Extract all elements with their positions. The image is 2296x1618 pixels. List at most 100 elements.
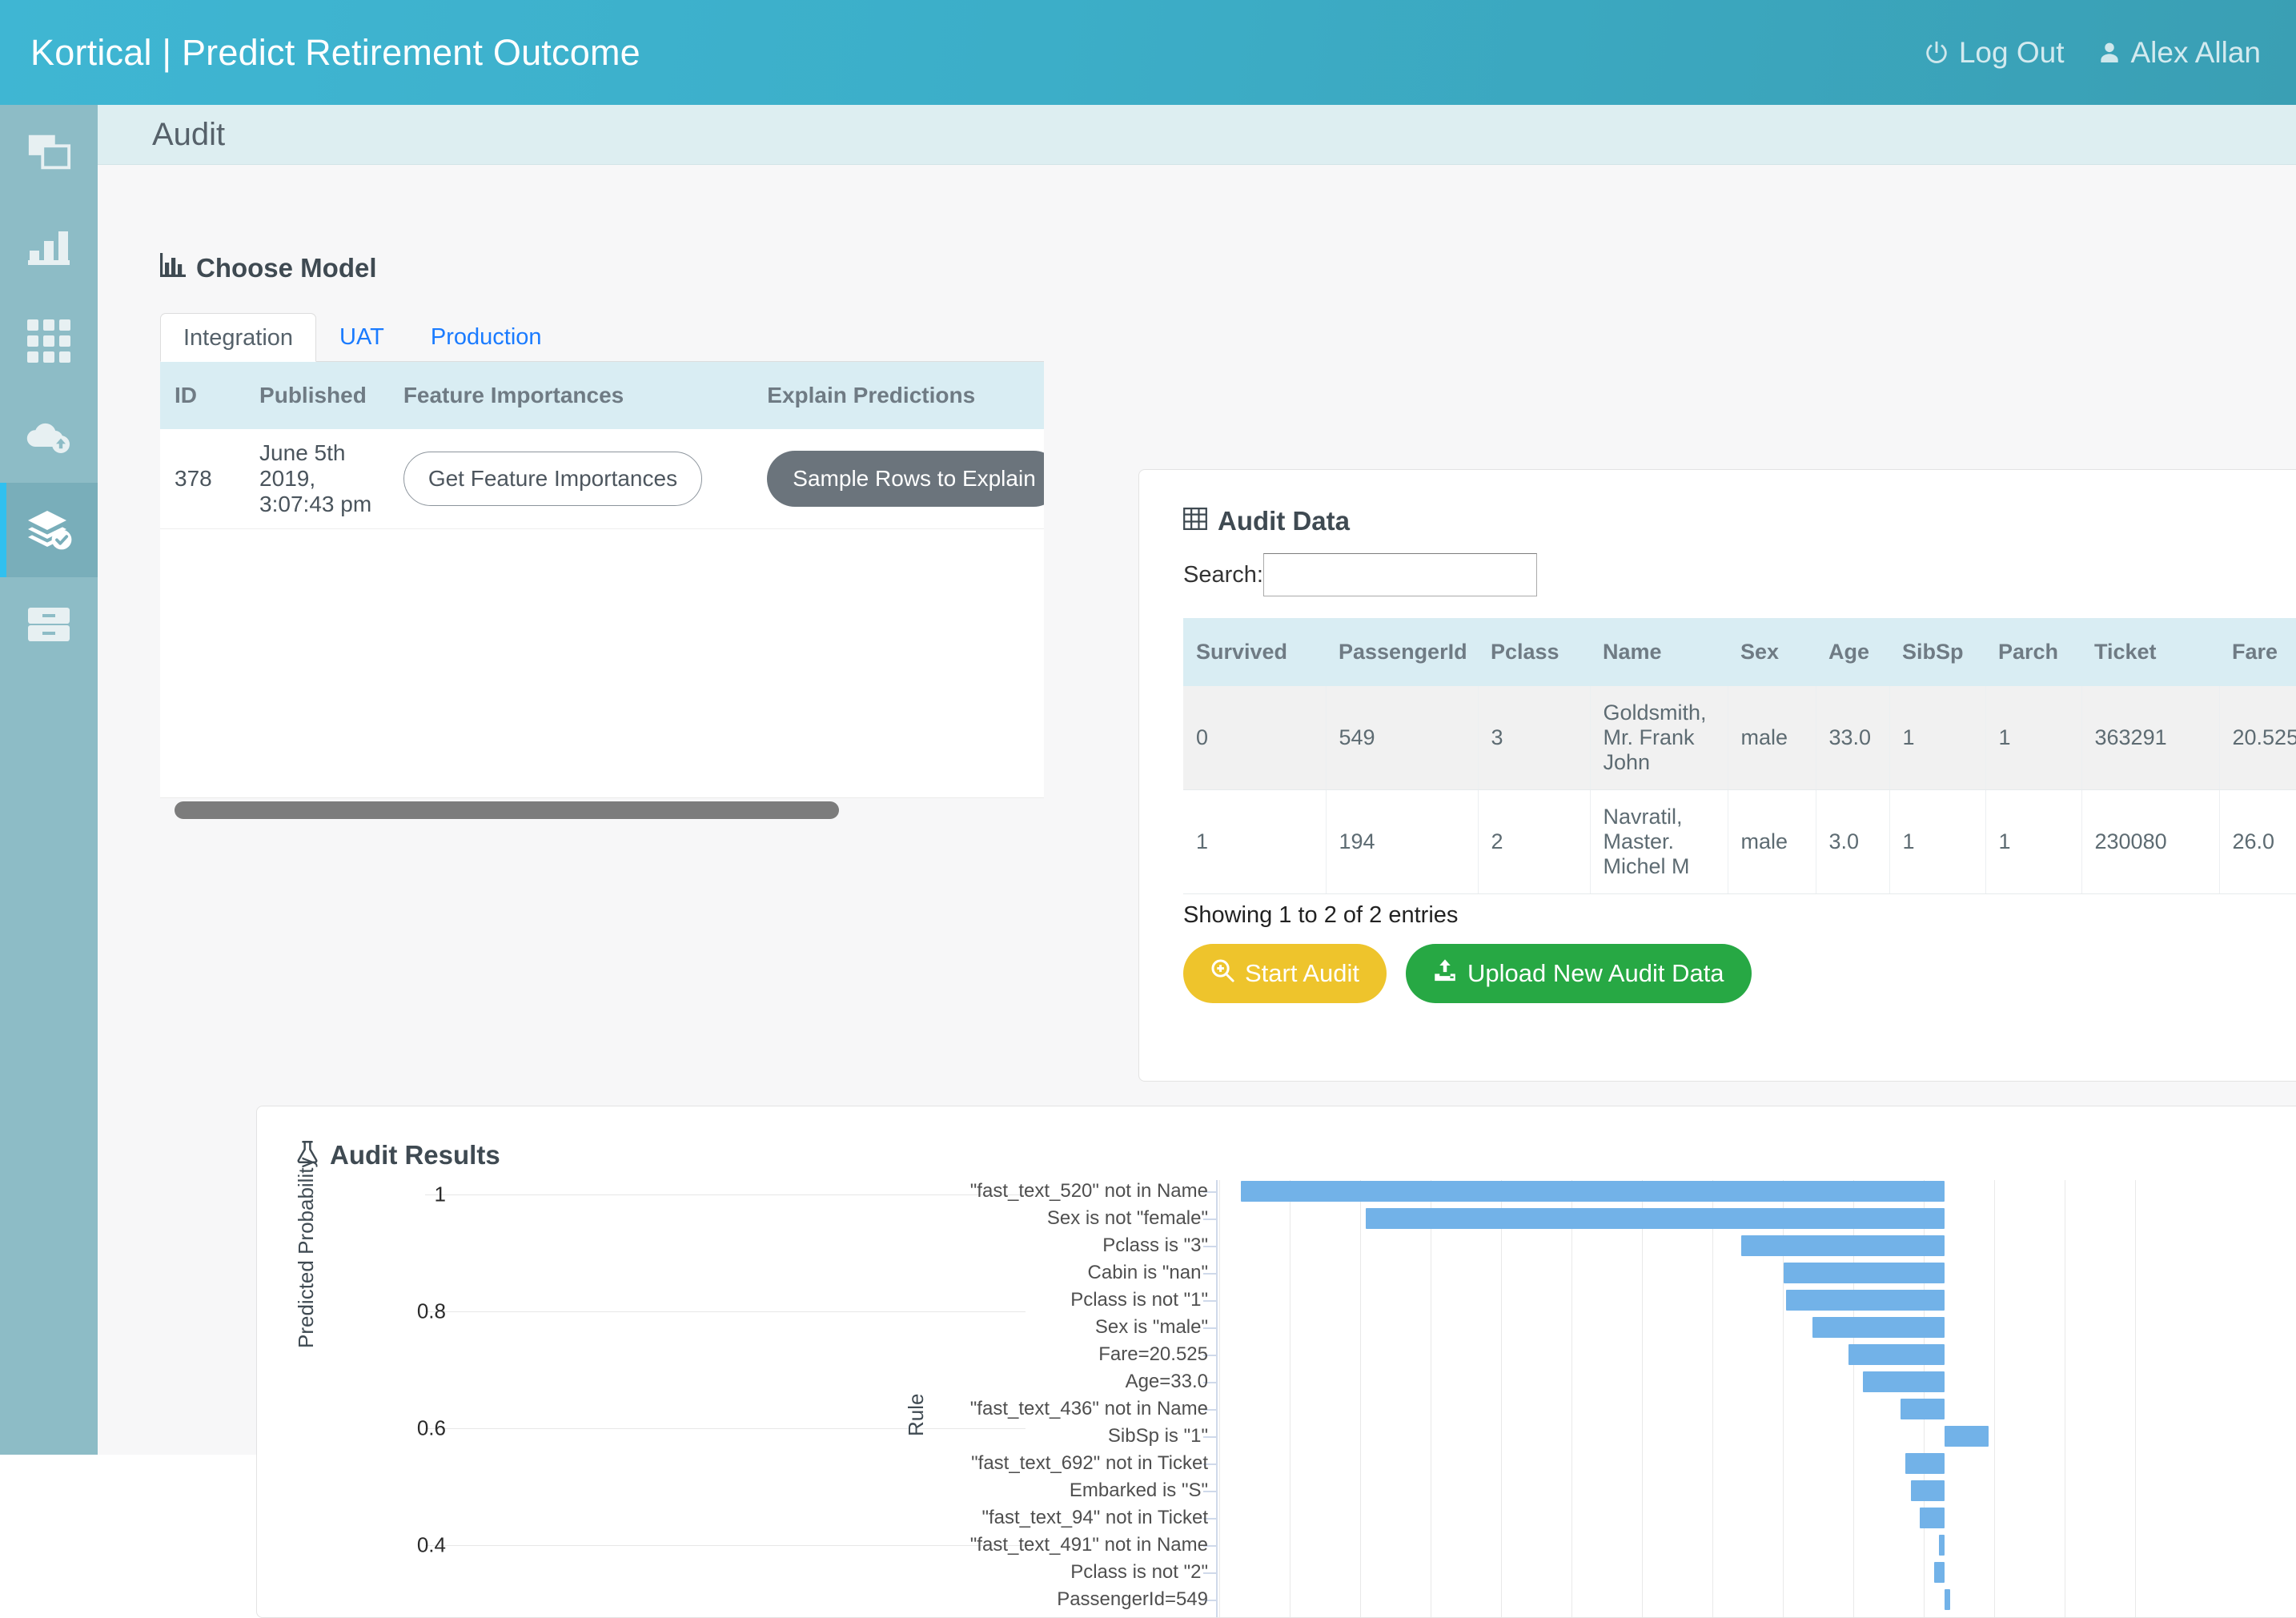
bar	[1366, 1208, 1945, 1229]
cell-name: Navratil, Master. Michel M	[1590, 790, 1728, 894]
tab-production[interactable]: Production	[407, 312, 565, 361]
rule-label: Age=33.0	[872, 1371, 1208, 1393]
sidebar-item-apps[interactable]	[0, 294, 98, 388]
search-label: Search:	[1183, 562, 1263, 588]
rule-label: "fast_text_491" not in Name	[872, 1534, 1208, 1556]
rule-label: SibSp is "1"	[872, 1425, 1208, 1447]
gridline	[1219, 1180, 1220, 1618]
column-header-passengerid[interactable]: PassengerId	[1326, 618, 1478, 686]
start-audit-label: Start Audit	[1245, 959, 1359, 988]
rule-label: Pclass is "3"	[872, 1235, 1208, 1257]
logout-button[interactable]: Log Out	[1923, 36, 2065, 70]
column-header-explain-predictions[interactable]: Explain Predictions	[753, 362, 1044, 429]
sidebar-item-archive[interactable]	[0, 577, 98, 672]
upload-label: Upload New Audit Data	[1467, 959, 1724, 988]
scrollbar-thumb[interactable]	[175, 801, 839, 819]
chart-y-axis-title: Predicted Probability	[294, 1158, 319, 1348]
rule-label: "fast_text_692" not in Ticket	[872, 1452, 1208, 1475]
gridline	[1360, 1180, 1361, 1618]
user-icon	[2097, 40, 2122, 66]
start-audit-button[interactable]: Start Audit	[1183, 944, 1387, 1003]
cell-published-date: June 5th 2019, 3:07:43 pm	[245, 429, 389, 529]
search-input[interactable]	[1263, 553, 1537, 596]
column-header-id[interactable]: ID	[160, 362, 245, 429]
page-header: Audit	[98, 105, 2296, 165]
search-row: Search:	[1183, 553, 1537, 596]
column-header-feature-importances[interactable]: Feature Importances	[389, 362, 753, 429]
column-header-age[interactable]: Age	[1816, 618, 1889, 686]
audit-card-actions: Start Audit Upload New Audit Data	[1183, 944, 1752, 1003]
bar	[1934, 1562, 1945, 1583]
cell-sex: male	[1728, 790, 1816, 894]
upload-new-audit-data-button[interactable]: Upload New Audit Data	[1406, 944, 1752, 1003]
sample-rows-to-explain-button[interactable]: Sample Rows to Explain	[767, 451, 1044, 507]
tab-uat[interactable]: UAT	[316, 312, 407, 361]
cloud-upload-icon	[25, 418, 73, 453]
cell-explain-predictions: Sample Rows to Explain	[753, 429, 1044, 529]
table-row: 1 194 2 Navratil, Master. Michel M male …	[1183, 790, 2296, 894]
rule-label: "fast_text_520" not in Name	[872, 1180, 1208, 1202]
grid-icon	[27, 319, 70, 363]
table-row: 378 June 5th 2019, 3:07:43 pm Get Featur…	[160, 429, 1044, 529]
cell-fare: 26.0	[2219, 790, 2296, 894]
table-row: 0 549 3 Goldsmith, Mr. Frank John male 3…	[1183, 686, 2296, 790]
y-axis-tick-label: 0.4	[350, 1533, 446, 1558]
cell-model-id: 378	[160, 429, 245, 529]
rule-label: Fare=20.525	[872, 1343, 1208, 1366]
cell-parch: 1	[1985, 686, 2081, 790]
gridline	[1501, 1180, 1502, 1618]
page-title: Audit	[152, 117, 225, 153]
table-entries-info: Showing 1 to 2 of 2 entries	[1183, 902, 1458, 929]
column-header-fare[interactable]: Fare	[2219, 618, 2296, 686]
bar	[1911, 1480, 1945, 1501]
sidebar-item-projects[interactable]	[0, 105, 98, 199]
cell-pclass: 2	[1478, 790, 1590, 894]
column-header-name[interactable]: Name	[1590, 618, 1728, 686]
user-menu[interactable]: Alex Allan	[2097, 36, 2262, 70]
cell-survived: 0	[1183, 686, 1326, 790]
table-header-row: Survived PassengerId Pclass Name Sex Age…	[1183, 618, 2296, 686]
cell-age: 33.0	[1816, 686, 1889, 790]
gridline	[425, 1311, 1026, 1312]
column-header-survived[interactable]: Survived	[1183, 618, 1326, 686]
gridline	[1571, 1180, 1572, 1618]
windows-icon	[26, 131, 72, 173]
rule-label: Cabin is "nan"	[872, 1262, 1208, 1284]
cell-sex: male	[1728, 686, 1816, 790]
column-header-ticket[interactable]: Ticket	[2081, 618, 2219, 686]
sidebar-item-deploy[interactable]	[0, 388, 98, 483]
column-header-parch[interactable]: Parch	[1985, 618, 2081, 686]
bar	[1812, 1317, 1945, 1338]
bar	[1784, 1263, 1945, 1283]
column-header-pclass[interactable]: Pclass	[1478, 618, 1590, 686]
sidebar	[0, 105, 98, 1455]
bar	[1939, 1535, 1945, 1556]
model-table: ID Published Feature Importances Explain…	[160, 362, 1044, 529]
table-icon	[1183, 506, 1207, 536]
bar	[1863, 1371, 1945, 1392]
audit-data-table: Survived PassengerId Pclass Name Sex Age…	[1183, 618, 2296, 894]
bar	[1848, 1344, 1945, 1365]
column-header-sibsp[interactable]: SibSp	[1889, 618, 1985, 686]
model-table-hscrollbar[interactable]	[160, 797, 1044, 821]
search-plus-icon	[1210, 958, 1234, 989]
gridline	[1642, 1180, 1643, 1618]
audit-data-label: Audit Data	[1218, 506, 1350, 536]
cell-passengerid: 549	[1326, 686, 1478, 790]
cell-parch: 1	[1985, 790, 2081, 894]
get-feature-importances-button[interactable]: Get Feature Importances	[403, 452, 702, 506]
sidebar-item-analytics[interactable]	[0, 199, 98, 294]
cell-survived: 1	[1183, 790, 1326, 894]
column-header-sex[interactable]: Sex	[1728, 618, 1816, 686]
column-header-published[interactable]: Published	[245, 362, 389, 429]
sidebar-item-audit[interactable]	[0, 483, 98, 577]
model-table-panel: ID Published Feature Importances Explain…	[160, 362, 1044, 806]
bar	[1905, 1453, 1945, 1474]
table-header-row: ID Published Feature Importances Explain…	[160, 362, 1044, 429]
upload-icon	[1433, 958, 1457, 989]
tab-integration[interactable]: Integration	[160, 313, 316, 362]
audit-data-heading: Audit Data	[1183, 506, 1350, 536]
y-axis-tick-label: 0.6	[350, 1416, 446, 1441]
bar-chart-icon	[160, 253, 186, 283]
cell-age: 3.0	[1816, 790, 1889, 894]
